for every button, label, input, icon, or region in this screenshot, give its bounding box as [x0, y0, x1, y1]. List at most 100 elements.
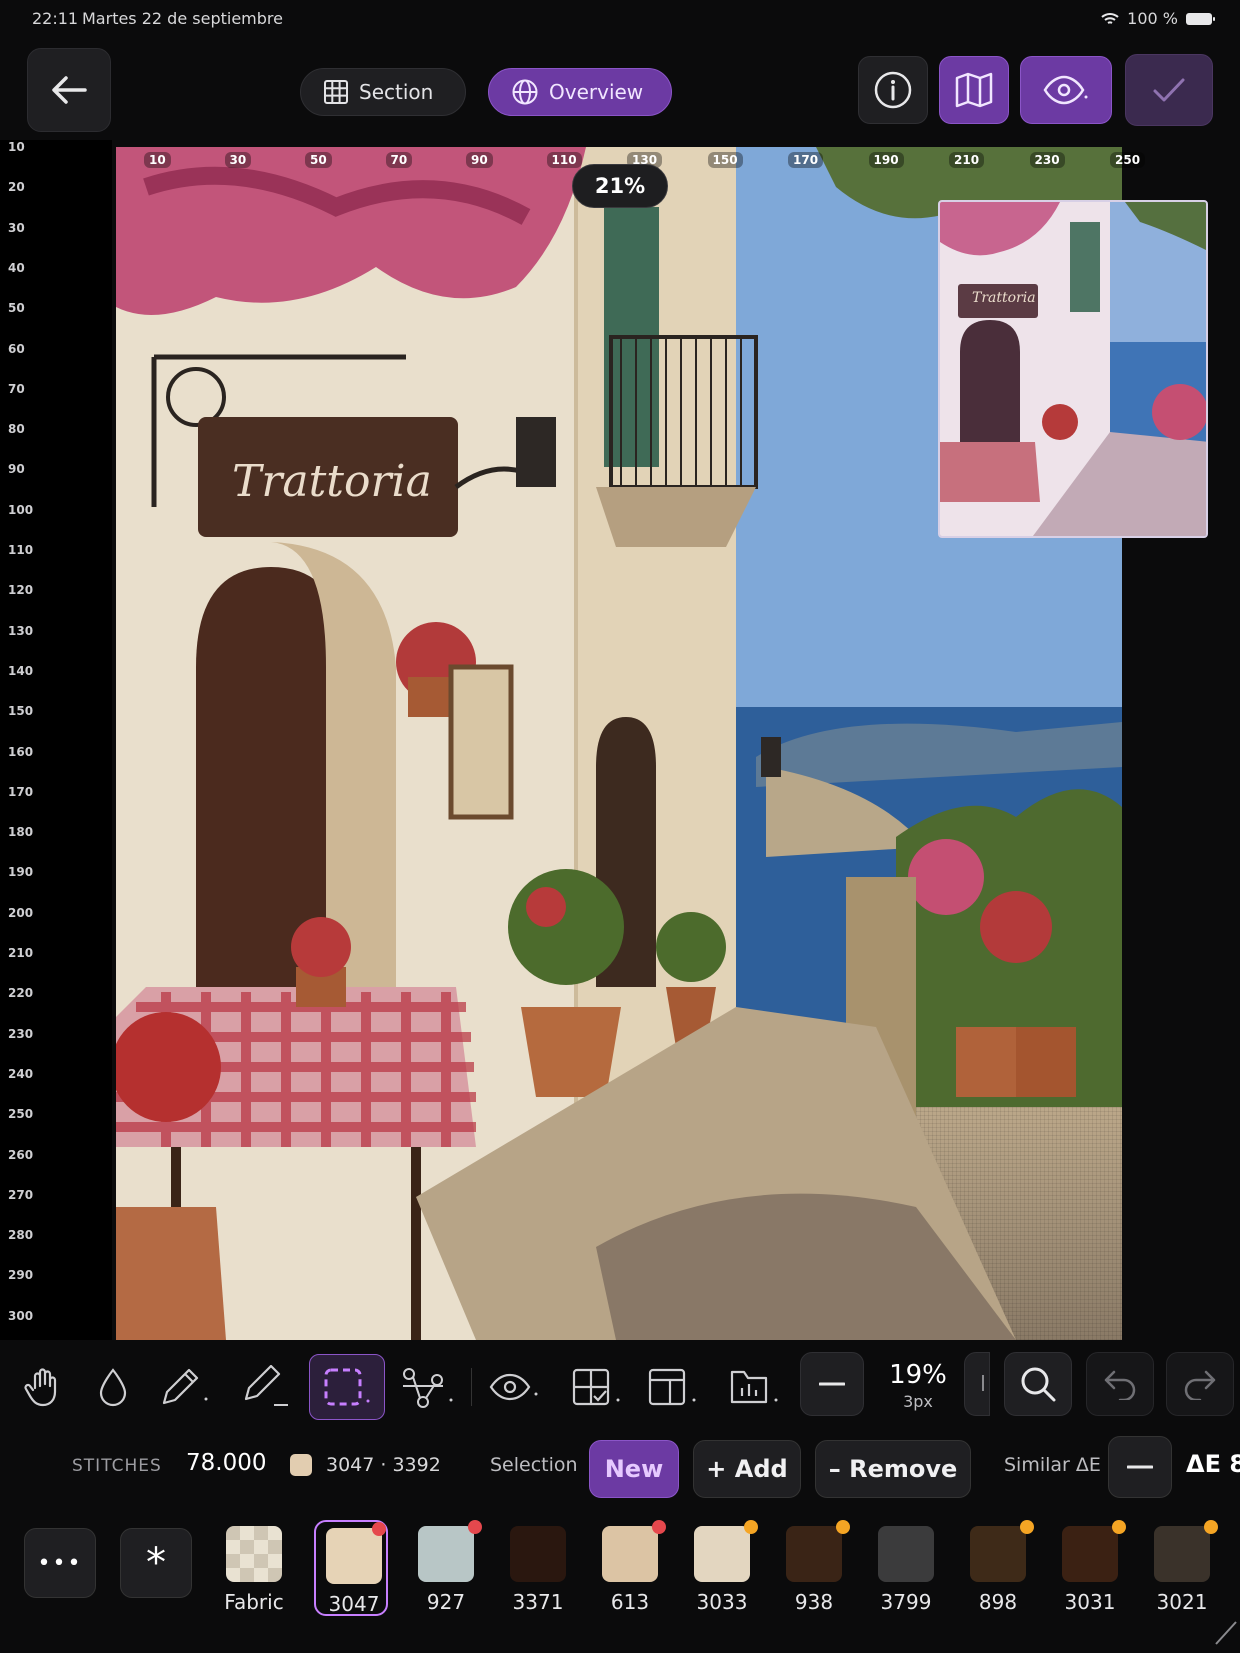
palette-swatch-3371[interactable]: 3371	[500, 1520, 574, 1616]
palette-swatch-3047[interactable]: 3047	[314, 1520, 388, 1616]
selection-add-button[interactable]: + Add	[693, 1440, 801, 1498]
swatch-status-dot	[652, 1520, 666, 1534]
back-button[interactable]	[27, 48, 111, 132]
resize-handle-icon[interactable]	[1212, 1616, 1238, 1646]
palette-swatch-3799[interactable]: 3799	[868, 1520, 942, 1616]
pencil-icon	[162, 1368, 208, 1405]
status-date: Martes 22 de septiembre	[82, 9, 283, 28]
drop-icon	[99, 1368, 127, 1407]
zoom-readout: 19% 3px	[878, 1360, 958, 1411]
ruler-left-label: 190	[8, 865, 34, 880]
zoom-percent: 19%	[889, 1360, 947, 1390]
path-tool[interactable]	[390, 1354, 466, 1420]
ruler-left-label: 80	[8, 422, 25, 437]
path-icon	[403, 1368, 453, 1408]
zoom-out-button[interactable]	[800, 1352, 864, 1416]
thumbnail-image	[940, 202, 1206, 536]
confirm-button[interactable]	[1125, 54, 1213, 126]
swatch-color	[226, 1526, 282, 1582]
selection-info-row: STITCHES 78.000 3047 · 3392 Selection Ne…	[0, 1432, 1240, 1502]
stitches-count: 78.000	[186, 1450, 267, 1476]
palette-swatch-3033[interactable]: 3033	[684, 1520, 758, 1616]
ruler-left-label: 280	[8, 1228, 34, 1243]
status-time: 22:11	[32, 9, 79, 28]
section-check-tool[interactable]	[558, 1354, 634, 1420]
palette-swatch-938[interactable]: 938	[776, 1520, 850, 1616]
selection-label: Selection	[490, 1454, 578, 1476]
swatch-color	[602, 1526, 658, 1582]
folder-tool[interactable]	[716, 1354, 792, 1420]
ruler-left-label: 240	[8, 1066, 34, 1081]
search-button[interactable]	[1004, 1352, 1072, 1416]
ruler-left: 10 20 30 40 50 60 70 80 90 100 110 120 130 140 150 160 1…	[0, 140, 112, 1340]
wildcard-button[interactable]: *	[120, 1528, 192, 1598]
swatch-color	[1154, 1526, 1210, 1582]
swatch-code: 927	[426, 1590, 466, 1614]
ruler-left-label: 290	[8, 1268, 34, 1283]
info-button[interactable]	[858, 56, 928, 124]
swatch-status-dot	[836, 1520, 850, 1534]
delta-decrease-button[interactable]	[1108, 1436, 1172, 1498]
palette-swatch-3031[interactable]: 3031	[1052, 1520, 1126, 1616]
swatch-code: Fabric	[224, 1590, 284, 1614]
ruler-top-label: 10	[144, 152, 171, 168]
folder-chart-icon	[730, 1370, 778, 1404]
section-label: Section	[359, 80, 434, 104]
ruler-left-label: 70	[8, 381, 25, 396]
palette-swatch-927[interactable]: 927	[408, 1520, 482, 1616]
swatch-status-dot	[372, 1522, 386, 1536]
ruler-left-label: 150	[8, 704, 34, 719]
dropper-tool[interactable]	[75, 1354, 151, 1420]
plus-icon	[982, 1375, 984, 1391]
section-button[interactable]: Section	[300, 68, 466, 116]
eye-icon	[1043, 75, 1088, 105]
similar-delta-label: Similar ΔE	[1004, 1454, 1101, 1476]
swatch-code: 938	[794, 1590, 834, 1614]
swatch-status-dot	[744, 1520, 758, 1534]
swatch-status-dot	[468, 1520, 482, 1534]
swatch-status-dot	[1204, 1520, 1218, 1534]
selection-new-button[interactable]: New	[589, 1440, 679, 1498]
ruler-left-label: 50	[8, 301, 25, 316]
battery-percent: 100 %	[1127, 9, 1178, 28]
overview-button[interactable]: Overview	[488, 68, 672, 116]
ruler-top-label: 170	[788, 152, 824, 168]
pencil-tool[interactable]	[146, 1354, 222, 1420]
selection-tool[interactable]	[309, 1354, 385, 1420]
zoom-pixel-size: 3px	[903, 1392, 933, 1411]
ruler-left-label: 300	[8, 1308, 34, 1323]
ruler-top-label: 30	[224, 152, 252, 168]
minus-icon	[1127, 1465, 1153, 1469]
redo-button[interactable]	[1166, 1352, 1234, 1416]
swatch-code: 3021	[1156, 1590, 1208, 1614]
swatch-code: 3033	[696, 1590, 748, 1614]
ruler-left-label: 180	[8, 825, 34, 840]
swatch-color	[970, 1526, 1026, 1582]
selection-remove-button[interactable]: – Remove	[815, 1440, 971, 1498]
eye-icon	[489, 1373, 538, 1401]
more-button[interactable]: •••	[24, 1528, 96, 1598]
selected-color-swatch	[290, 1454, 312, 1476]
swatch-color	[418, 1526, 474, 1582]
layout-icon	[648, 1368, 696, 1406]
palette-swatch-fabric[interactable]: Fabric	[216, 1520, 290, 1616]
palette-swatch-898[interactable]: 898	[960, 1520, 1034, 1616]
pan-tool[interactable]	[6, 1354, 82, 1420]
ruler-top-label: 90	[466, 152, 493, 168]
arrow-left-icon	[52, 76, 87, 104]
palette-swatch-3021[interactable]: 3021	[1144, 1520, 1218, 1616]
map-button[interactable]	[939, 56, 1009, 124]
overview-thumbnail[interactable]: Trattoria	[938, 200, 1208, 538]
status-right: 100 %	[1101, 9, 1215, 28]
zoom-in-button[interactable]	[964, 1352, 990, 1416]
palette-swatch-613[interactable]: 613	[592, 1520, 666, 1616]
undo-icon	[1104, 1370, 1136, 1400]
grid-check-icon	[572, 1368, 620, 1406]
visibility-button[interactable]	[1020, 56, 1112, 124]
undo-button[interactable]	[1086, 1352, 1154, 1416]
canvas-zoom-badge: 21%	[572, 164, 668, 208]
ruler-top-label: 150	[707, 152, 743, 168]
layout-tool[interactable]	[634, 1354, 710, 1420]
view-tool[interactable]	[476, 1354, 552, 1420]
pencil-line-tool[interactable]	[228, 1354, 304, 1420]
